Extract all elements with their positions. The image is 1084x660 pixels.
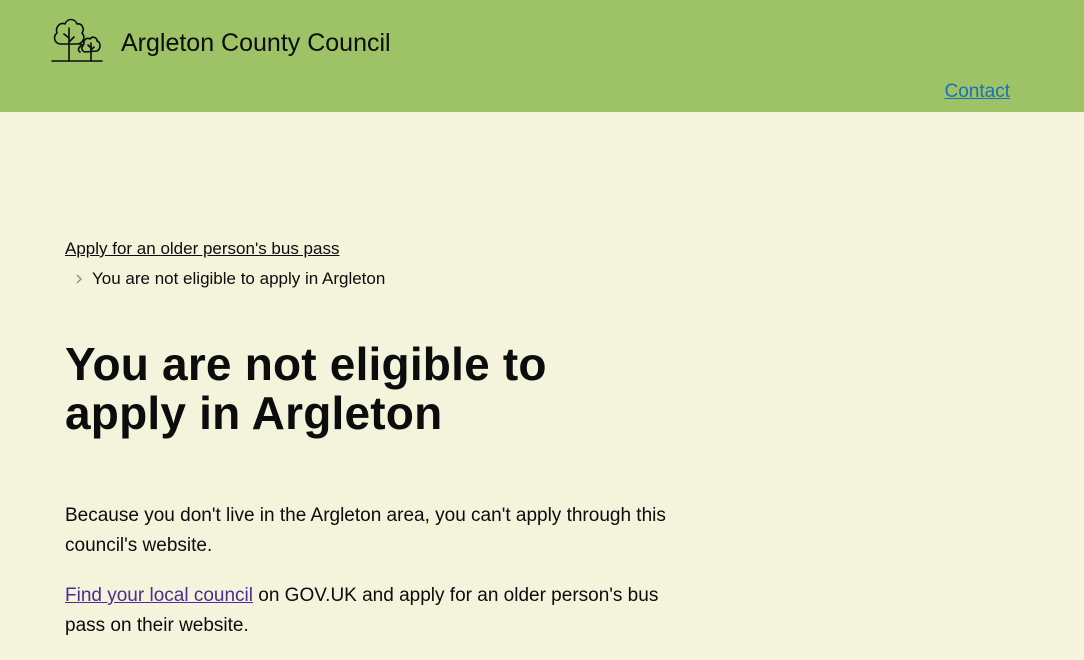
find-local-council-link[interactable]: Find your local council bbox=[65, 585, 253, 606]
site-header: Argleton County Council Contact bbox=[0, 0, 1084, 112]
contact-link[interactable]: Contact bbox=[945, 80, 1010, 104]
breadcrumb-current-item: You are not eligible to apply in Argleto… bbox=[74, 268, 385, 290]
breadcrumb-parent-link[interactable]: Apply for an older person's bus pass bbox=[65, 238, 339, 260]
breadcrumb-current-label: You are not eligible to apply in Argleto… bbox=[92, 269, 386, 288]
trees-logo-icon[interactable] bbox=[50, 16, 104, 64]
ineligibility-explanation: Because you don't live in the Argleton a… bbox=[65, 505, 666, 556]
find-council-paragraph: Find your local council on GOV.UK and ap… bbox=[65, 581, 675, 641]
chevron-right-icon bbox=[76, 274, 82, 284]
site-title[interactable]: Argleton County Council bbox=[121, 28, 391, 58]
page-title: You are not eligible to apply in Argleto… bbox=[65, 338, 547, 439]
